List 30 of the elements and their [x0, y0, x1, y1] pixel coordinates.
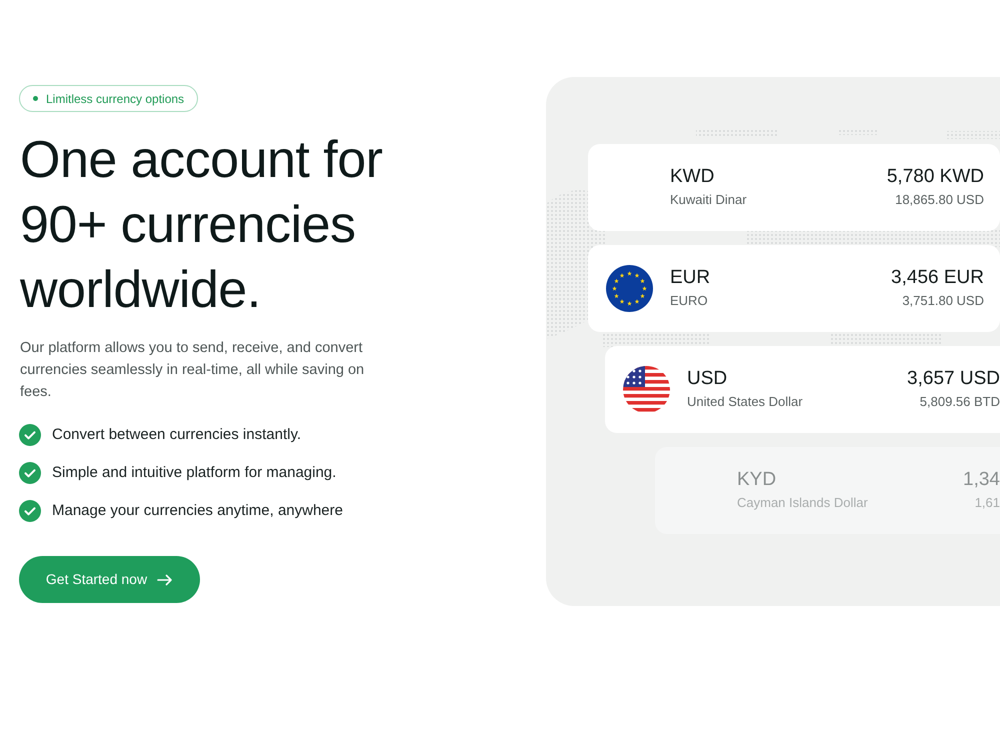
description-text: Our platform allows you to send, receive, and convert currencies seamlessly in real-time, all while saving on fees. [20, 339, 366, 402]
converted-amount: 3,751.80 USD [902, 292, 984, 310]
check-circle-icon [19, 462, 41, 484]
currency-name: United States Dollar [687, 393, 803, 411]
currency-code: EUR [670, 266, 710, 290]
eu-flag-icon [606, 265, 653, 312]
feature-text: Manage your currencies anytime, anywhere [52, 500, 343, 521]
dot-icon [33, 96, 38, 101]
currency-amount: 3,657 USD [907, 367, 1000, 391]
currency-name: EURO [670, 292, 709, 310]
tag-text: Limitless currency options [46, 90, 184, 108]
currency-name: Cayman Islands Dollar [737, 494, 868, 512]
feature-text: Simple and intuitive platform for managing. [52, 462, 336, 483]
converted-amount: 5,809.56 BTD [920, 393, 1000, 411]
check-circle-icon [19, 424, 41, 446]
feature-text: Convert between currencies instantly. [52, 424, 302, 445]
currency-code: USD [687, 367, 728, 391]
currency-amount: 1,34 [963, 468, 1000, 492]
us-flag-icon [623, 366, 670, 413]
currency-amount: 3,456 EUR [891, 266, 984, 290]
get-started-button[interactable]: Get Started now [19, 556, 200, 603]
headline: One account for 90+ currencies worldwide. [20, 130, 384, 321]
converted-amount: 1,61 [974, 494, 1000, 512]
check-circle-icon [19, 500, 41, 522]
currency-code: KWD [670, 165, 716, 189]
currency-amount: 5,780 KWD [886, 165, 984, 189]
currency-name: Kuwaiti Dinar [670, 191, 747, 209]
converted-amount: 18,865.80 USD [895, 191, 984, 209]
arrow-right-icon [157, 574, 174, 586]
currency-code: KYD [737, 468, 778, 492]
